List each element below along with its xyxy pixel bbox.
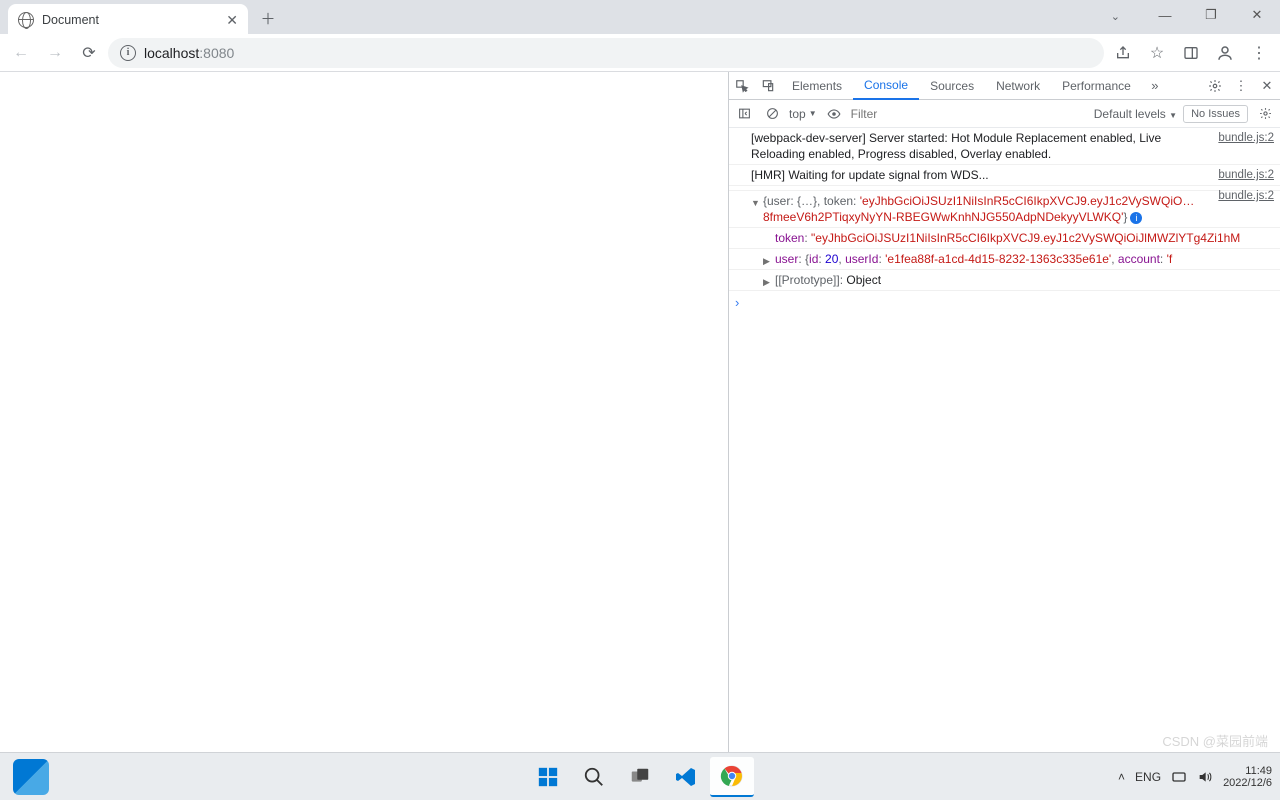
taskview-button[interactable] xyxy=(618,757,662,797)
console-settings-icon[interactable] xyxy=(1254,103,1276,125)
address-bar[interactable]: i localhost:8080 xyxy=(108,38,1104,68)
devtools-settings-icon[interactable] xyxy=(1202,72,1228,100)
log-message: bundle.js:2 [webpack-dev-server] Server … xyxy=(729,128,1280,165)
browser-toolbar: ← → ⟳ i localhost:8080 ☆ ⋮ xyxy=(0,34,1280,72)
expand-toggle-icon[interactable]: ▶ xyxy=(763,274,770,290)
filter-input[interactable] xyxy=(851,104,1011,124)
expand-toggle-icon[interactable]: ▶ xyxy=(763,253,770,269)
tab-elements[interactable]: Elements xyxy=(781,72,853,100)
new-tab-button[interactable]: ＋ xyxy=(254,4,282,32)
devtools-close-icon[interactable]: ✕ xyxy=(1254,72,1280,100)
info-icon[interactable]: i xyxy=(1130,212,1142,224)
context-selector[interactable]: top▼ xyxy=(789,107,817,121)
source-link[interactable]: bundle.js:2 xyxy=(1218,130,1274,146)
tab-console[interactable]: Console xyxy=(853,72,919,100)
devtools-panel: Elements Console Sources Network Perform… xyxy=(728,72,1280,752)
close-tab-icon[interactable]: ✕ xyxy=(226,12,238,29)
device-toggle-icon[interactable] xyxy=(755,72,781,100)
watermark: CSDN @菜园前端 xyxy=(1162,731,1268,750)
url-text: localhost:8080 xyxy=(144,45,234,61)
log-message: bundle.js:2 [HMR] Waiting for update sig… xyxy=(729,165,1280,186)
page-content xyxy=(0,72,728,752)
object-property[interactable]: ▶ [[Prototype]]: Object xyxy=(729,270,1280,291)
more-tabs-icon[interactable]: » xyxy=(1142,72,1168,100)
console-prompt[interactable]: › xyxy=(729,291,1280,315)
language-indicator[interactable]: ENG xyxy=(1135,770,1161,784)
inspect-icon[interactable] xyxy=(729,72,755,100)
globe-icon xyxy=(18,12,34,28)
tab-performance[interactable]: Performance xyxy=(1051,72,1142,100)
maximize-button[interactable]: ❐ xyxy=(1188,0,1234,30)
source-link[interactable]: bundle.js:2 xyxy=(1218,167,1274,183)
object-property[interactable]: ▶ user: {id: 20, userId: 'e1fea88f-a1cd-… xyxy=(729,249,1280,270)
reload-button[interactable]: ⟳ xyxy=(74,38,104,68)
tray-input-icon[interactable] xyxy=(1171,769,1187,785)
console-output: bundle.js:2 [webpack-dev-server] Server … xyxy=(729,128,1280,752)
taskbar: ˄ ENG 11:49 2022/12/6 xyxy=(0,752,1280,800)
console-sidebar-toggle-icon[interactable] xyxy=(733,103,755,125)
browser-tab[interactable]: Document ✕ xyxy=(8,4,248,36)
window-controls: — ❐ ✕ xyxy=(1142,0,1280,30)
clock[interactable]: 11:49 2022/12/6 xyxy=(1223,765,1272,789)
devtools-menu-icon[interactable]: ⋮ xyxy=(1228,72,1254,100)
widgets-button[interactable] xyxy=(9,757,53,797)
tab-title: Document xyxy=(42,13,99,27)
tab-sources[interactable]: Sources xyxy=(919,72,985,100)
forward-button[interactable]: → xyxy=(40,38,70,68)
vscode-taskbar-icon[interactable] xyxy=(664,757,708,797)
tray-chevron-icon[interactable]: ˄ xyxy=(1118,770,1125,784)
log-levels-selector[interactable]: Default levels ▼ xyxy=(1094,107,1177,121)
sidepanel-icon[interactable] xyxy=(1176,38,1206,68)
minimize-button[interactable]: — xyxy=(1142,0,1188,30)
back-button[interactable]: ← xyxy=(6,38,36,68)
log-object[interactable]: ▼ {user: {…}, token: 'eyJhbGciOiJSUzI1Ni… xyxy=(729,191,1280,228)
console-toolbar: top▼ Default levels ▼ No Issues xyxy=(729,100,1280,128)
bookmark-icon[interactable]: ☆ xyxy=(1142,38,1172,68)
menu-icon[interactable]: ⋮ xyxy=(1244,38,1274,68)
chrome-taskbar-icon[interactable] xyxy=(710,757,754,797)
profile-icon[interactable] xyxy=(1210,38,1240,68)
devtools-tabbar: Elements Console Sources Network Perform… xyxy=(729,72,1280,100)
tab-search-icon[interactable]: ⌄ xyxy=(1111,10,1120,23)
start-button[interactable] xyxy=(526,757,570,797)
browser-tabstrip: Document ✕ ＋ ⌄ xyxy=(0,0,1280,34)
site-info-icon[interactable]: i xyxy=(120,45,136,61)
close-window-button[interactable]: ✕ xyxy=(1234,0,1280,30)
expand-toggle-icon[interactable]: ▼ xyxy=(751,195,760,211)
tab-network[interactable]: Network xyxy=(985,72,1051,100)
clear-console-icon[interactable] xyxy=(761,103,783,125)
share-icon[interactable] xyxy=(1108,38,1138,68)
live-expression-icon[interactable] xyxy=(823,103,845,125)
issues-button[interactable]: No Issues xyxy=(1183,105,1248,123)
object-property[interactable]: token: "eyJhbGciOiJSUzI1NiIsInR5cCI6IkpX… xyxy=(729,228,1280,249)
tray-volume-icon[interactable] xyxy=(1197,769,1213,785)
search-button[interactable] xyxy=(572,757,616,797)
